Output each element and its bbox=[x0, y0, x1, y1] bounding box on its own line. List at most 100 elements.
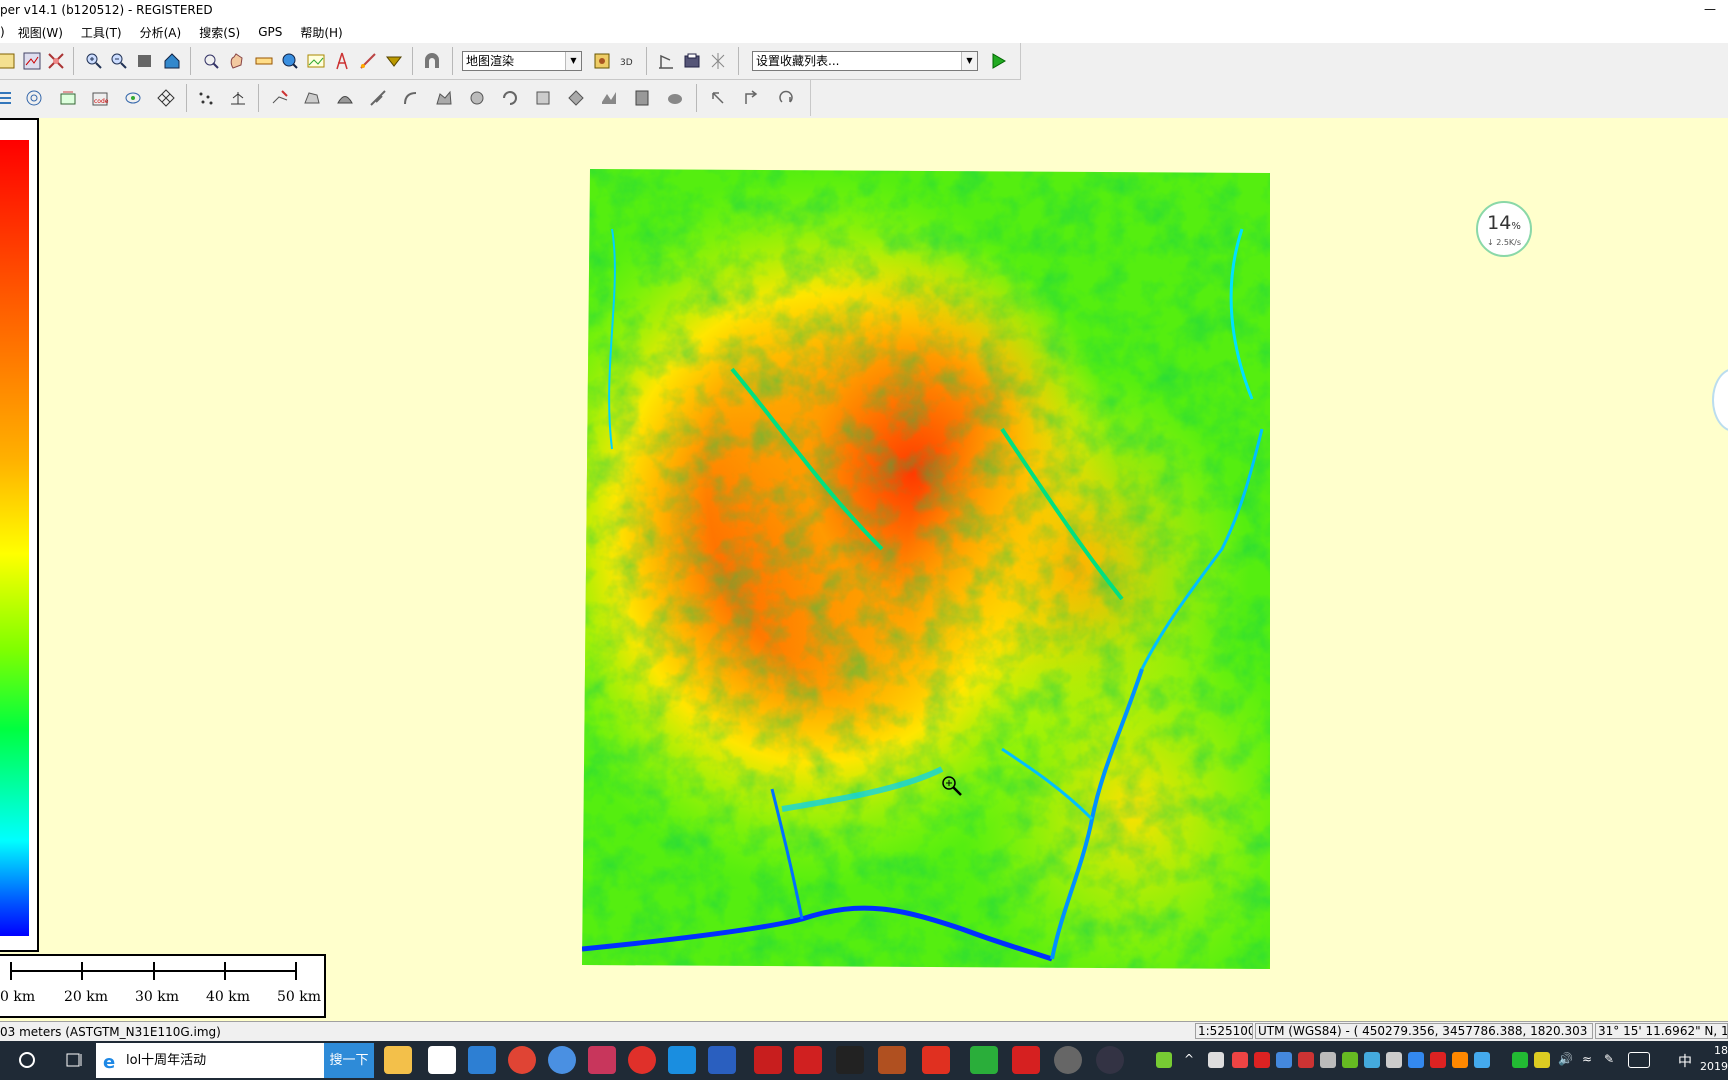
tool-shape-11-icon[interactable] bbox=[663, 86, 687, 110]
netease-music-icon[interactable] bbox=[628, 1046, 656, 1074]
tool-shape-2-icon[interactable] bbox=[366, 86, 390, 110]
clock[interactable]: 18 2019 bbox=[1700, 1043, 1728, 1075]
pen-icon[interactable]: ✎ bbox=[1604, 1052, 1620, 1068]
layer-icon[interactable] bbox=[133, 49, 157, 73]
tool-shape-10-icon[interactable] bbox=[630, 86, 654, 110]
network-speed-widget[interactable]: 14% ↓ 2.5K/s bbox=[1476, 201, 1532, 257]
snap-icon[interactable] bbox=[226, 86, 250, 110]
digitize-area-icon[interactable] bbox=[300, 86, 324, 110]
grid-tool-icon[interactable] bbox=[706, 49, 730, 73]
digitize-line-icon[interactable] bbox=[268, 86, 292, 110]
play-icon[interactable] bbox=[986, 49, 1010, 73]
tray-app-10-icon[interactable] bbox=[1534, 1052, 1550, 1068]
measure-icon[interactable] bbox=[252, 49, 276, 73]
info-tool-icon[interactable] bbox=[199, 49, 223, 73]
3d-view-icon[interactable]: 3D bbox=[616, 49, 640, 73]
start-icon[interactable] bbox=[12, 1046, 42, 1074]
menu-gps[interactable]: GPS bbox=[249, 25, 291, 39]
chrome-icon[interactable] bbox=[508, 1046, 536, 1074]
tray-app-1-icon[interactable] bbox=[1232, 1052, 1248, 1068]
map-layout-icon[interactable] bbox=[20, 49, 44, 73]
contour-icon[interactable] bbox=[22, 86, 46, 110]
feature-list-icon[interactable] bbox=[0, 86, 18, 110]
zoom-in-icon[interactable] bbox=[82, 49, 106, 73]
unreal-icon[interactable] bbox=[836, 1046, 864, 1074]
tools-icon[interactable] bbox=[708, 1046, 736, 1074]
store-icon[interactable] bbox=[468, 1046, 496, 1074]
youdao-icon[interactable] bbox=[1012, 1046, 1040, 1074]
tunnel-icon[interactable] bbox=[420, 49, 444, 73]
wifi-icon[interactable]: ≈ bbox=[1582, 1052, 1598, 1068]
tray-app-6-icon[interactable] bbox=[1386, 1052, 1402, 1068]
task-view-icon[interactable] bbox=[60, 1046, 88, 1074]
tool-shape-5-icon[interactable] bbox=[465, 86, 489, 110]
mic-icon[interactable] bbox=[1208, 1052, 1224, 1068]
tool-shape-8-icon[interactable] bbox=[564, 86, 588, 110]
menu-file-stub[interactable]: ) bbox=[0, 25, 9, 39]
bluetooth-icon[interactable] bbox=[1408, 1052, 1424, 1068]
filter-icon[interactable] bbox=[382, 49, 406, 73]
undo-icon[interactable] bbox=[706, 86, 730, 110]
chevron-up-icon[interactable]: ^ bbox=[1184, 1052, 1200, 1068]
3d-cad-icon[interactable] bbox=[878, 1046, 906, 1074]
wechat-tray-icon[interactable] bbox=[1512, 1052, 1528, 1068]
buffer-icon[interactable] bbox=[121, 86, 145, 110]
tool-shape-6-icon[interactable] bbox=[498, 86, 522, 110]
app-red-icon[interactable] bbox=[794, 1046, 822, 1074]
tool-shape-3-icon[interactable] bbox=[399, 86, 423, 110]
menu-view[interactable]: 视图(W) bbox=[9, 24, 72, 41]
print-icon[interactable] bbox=[680, 49, 704, 73]
draw-line-icon[interactable] bbox=[356, 49, 380, 73]
tower-icon[interactable] bbox=[330, 49, 354, 73]
render-settings-icon[interactable] bbox=[590, 49, 614, 73]
map-canvas[interactable]: 0 km 20 km 30 km 40 km 50 km 14% ↓ 2.5K/… bbox=[0, 118, 1728, 1021]
autocad-icon[interactable] bbox=[754, 1046, 782, 1074]
taskbar-search-input[interactable]: e lol十周年活动 bbox=[96, 1043, 324, 1078]
tool-shape-9-icon[interactable] bbox=[597, 86, 621, 110]
file-explorer-icon[interactable] bbox=[384, 1046, 412, 1074]
home-icon[interactable] bbox=[160, 49, 184, 73]
grid-icon[interactable] bbox=[154, 86, 178, 110]
battery-icon[interactable] bbox=[1156, 1052, 1172, 1068]
redo-icon[interactable] bbox=[740, 86, 764, 110]
app-shield-icon[interactable] bbox=[922, 1046, 950, 1074]
music-app-icon[interactable] bbox=[588, 1046, 616, 1074]
image-icon[interactable] bbox=[304, 49, 328, 73]
pan-hand-icon[interactable] bbox=[225, 49, 249, 73]
tray-app-2-icon[interactable] bbox=[1254, 1052, 1270, 1068]
config-icon[interactable] bbox=[44, 49, 68, 73]
zoom-out-icon[interactable] bbox=[107, 49, 131, 73]
minimize-button[interactable]: — bbox=[1700, 0, 1720, 20]
earth-app-icon[interactable] bbox=[1096, 1046, 1124, 1074]
favorites-select[interactable]: 设置收藏列表... ▼ bbox=[752, 51, 978, 71]
menu-tools[interactable]: 工具(T) bbox=[72, 24, 131, 41]
nvidia-icon[interactable] bbox=[1342, 1052, 1358, 1068]
open-icon[interactable] bbox=[0, 49, 18, 73]
tray-app-7-icon[interactable] bbox=[1430, 1052, 1446, 1068]
volume-icon[interactable]: 🔊 bbox=[1558, 1052, 1574, 1068]
code-icon[interactable]: code bbox=[88, 86, 112, 110]
rotate-icon[interactable] bbox=[774, 86, 798, 110]
wechat-icon[interactable] bbox=[970, 1046, 998, 1074]
browser-icon[interactable] bbox=[548, 1046, 576, 1074]
tray-app-5-icon[interactable] bbox=[1364, 1052, 1380, 1068]
profile-icon[interactable] bbox=[654, 49, 678, 73]
tool-shape-1-icon[interactable] bbox=[333, 86, 357, 110]
tray-app-9-icon[interactable] bbox=[1474, 1052, 1490, 1068]
search-map-icon[interactable] bbox=[278, 49, 302, 73]
keyboard-icon[interactable] bbox=[1628, 1052, 1650, 1068]
menu-analysis[interactable]: 分析(A) bbox=[131, 24, 191, 41]
usb-icon[interactable] bbox=[1320, 1052, 1336, 1068]
vertex-icon[interactable] bbox=[194, 86, 218, 110]
u-app-icon[interactable] bbox=[668, 1046, 696, 1074]
render-mode-select[interactable]: 地图渲染 ▼ bbox=[462, 51, 582, 71]
global-mapper-icon[interactable] bbox=[1054, 1046, 1082, 1074]
input-method-indicator[interactable]: 中 bbox=[1678, 1051, 1692, 1071]
tool-shape-4-icon[interactable] bbox=[432, 86, 456, 110]
menu-help[interactable]: 帮助(H) bbox=[291, 24, 351, 41]
search-button[interactable]: 搜一下 bbox=[324, 1043, 374, 1078]
menu-search[interactable]: 搜索(S) bbox=[190, 24, 249, 41]
tray-app-3-icon[interactable] bbox=[1276, 1052, 1292, 1068]
tray-app-4-icon[interactable] bbox=[1298, 1052, 1314, 1068]
tray-app-8-icon[interactable] bbox=[1452, 1052, 1468, 1068]
